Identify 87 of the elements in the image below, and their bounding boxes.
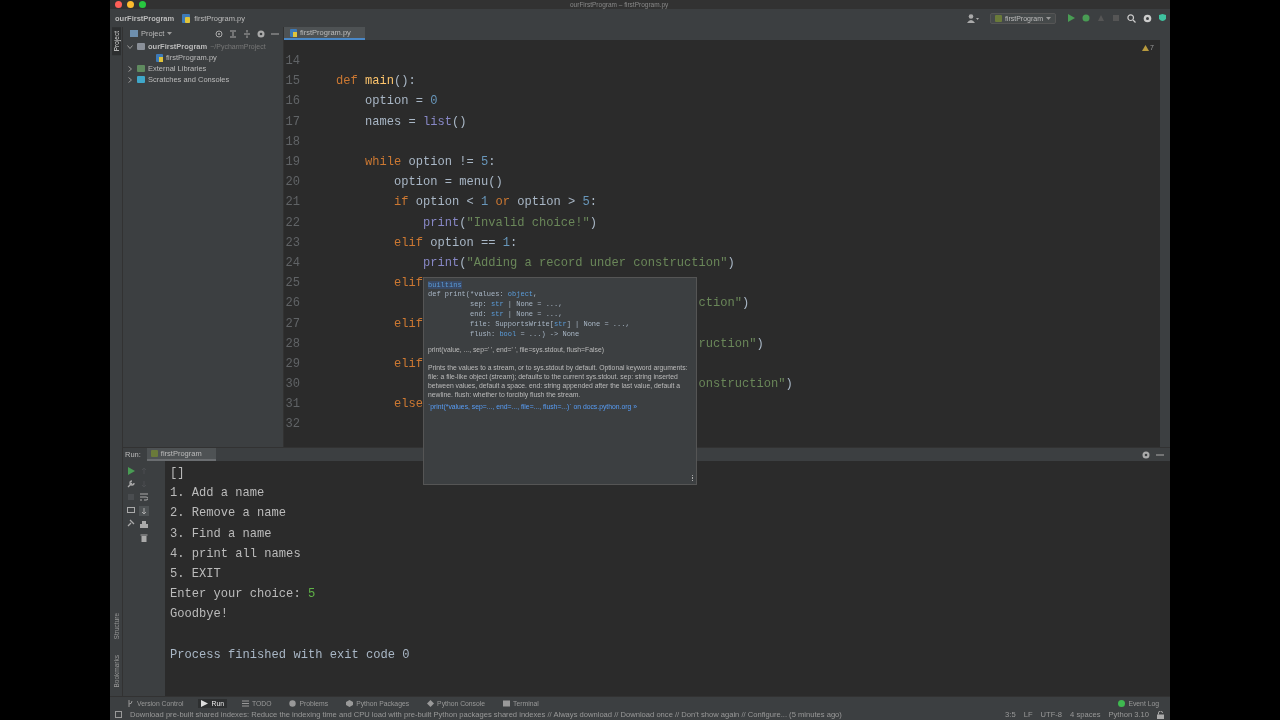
line-number: 29 bbox=[284, 356, 300, 371]
branch-icon bbox=[127, 699, 134, 707]
code-line: elif bbox=[394, 316, 423, 331]
target-icon[interactable] bbox=[215, 29, 223, 38]
printer-icon[interactable] bbox=[140, 521, 148, 529]
scroll-to-end-icon[interactable] bbox=[139, 506, 149, 516]
line-number: 20 bbox=[284, 175, 300, 190]
notification-icon bbox=[1118, 699, 1126, 707]
zoom-button[interactable] bbox=[139, 1, 146, 8]
settings-icon[interactable] bbox=[1143, 13, 1152, 23]
shield-icon[interactable] bbox=[1159, 13, 1166, 23]
line-number: 21 bbox=[284, 195, 300, 210]
trash-icon[interactable] bbox=[140, 534, 148, 542]
code-line: def main(): bbox=[336, 74, 416, 89]
soft-wrap-icon[interactable] bbox=[140, 493, 148, 501]
list-icon bbox=[241, 699, 249, 707]
chevron-down-icon[interactable] bbox=[126, 43, 134, 50]
python-file-icon bbox=[182, 13, 191, 23]
line-number: 19 bbox=[284, 155, 300, 170]
code-line: if option < 1 or option > 5: bbox=[394, 195, 597, 210]
code-line: option = menu() bbox=[394, 175, 503, 190]
panel-toggle-icon[interactable] bbox=[115, 711, 122, 718]
python-file-icon bbox=[156, 53, 163, 62]
caret-icon bbox=[1046, 16, 1051, 20]
minimize-button[interactable] bbox=[127, 1, 134, 8]
python-file-icon bbox=[994, 14, 1002, 22]
search-icon[interactable] bbox=[1127, 13, 1136, 23]
line-number: 23 bbox=[284, 235, 300, 250]
expand-all-icon[interactable] bbox=[229, 29, 237, 38]
line-number: 17 bbox=[284, 114, 300, 129]
lock-icon[interactable] bbox=[1157, 710, 1164, 719]
console-line: 2. Remove a name bbox=[170, 506, 287, 521]
run-icon[interactable] bbox=[127, 467, 135, 475]
code-line: while option != 5: bbox=[365, 155, 496, 170]
line-number: 26 bbox=[284, 296, 300, 311]
line-number: 32 bbox=[284, 417, 300, 432]
line-number: 31 bbox=[284, 397, 300, 412]
line-number: 22 bbox=[284, 215, 300, 230]
line-number: 28 bbox=[284, 336, 300, 351]
code-line: names = list() bbox=[365, 114, 467, 129]
user-icon[interactable] bbox=[966, 13, 979, 23]
console-line: 3. Find a name bbox=[170, 526, 272, 541]
play-icon bbox=[201, 699, 209, 707]
library-icon bbox=[137, 65, 145, 72]
panel-icon bbox=[130, 30, 138, 37]
console-line: Goodbye! bbox=[170, 607, 229, 622]
code-line: elif bbox=[394, 356, 423, 371]
code-line: print("Adding a record under construction") bbox=[423, 255, 735, 270]
folder-icon bbox=[137, 43, 145, 50]
line-number: 14 bbox=[284, 54, 300, 69]
cube-icon bbox=[346, 699, 354, 707]
line-number: 27 bbox=[284, 316, 300, 331]
line-number: 30 bbox=[284, 377, 300, 392]
console-line: [] bbox=[170, 466, 185, 481]
python-file-icon bbox=[290, 28, 297, 37]
chevron-right-icon[interactable] bbox=[126, 65, 134, 72]
run-icon[interactable] bbox=[1067, 14, 1075, 22]
python-file-icon bbox=[150, 450, 158, 457]
code-line: onstruction") bbox=[698, 377, 793, 392]
code-line: elif bbox=[394, 276, 423, 291]
close-button[interactable] bbox=[115, 1, 122, 8]
collapse-all-icon[interactable] bbox=[243, 29, 251, 38]
line-number: 18 bbox=[284, 134, 300, 149]
settings-icon[interactable] bbox=[1142, 450, 1150, 459]
settings-icon[interactable] bbox=[257, 29, 265, 38]
caret-icon bbox=[167, 32, 173, 35]
line-number: 16 bbox=[284, 94, 300, 109]
console-line: 4. print all names bbox=[170, 546, 301, 561]
console-line: 1. Add a name bbox=[170, 486, 265, 501]
console-line: Enter your choice: 5 bbox=[170, 587, 316, 602]
scratch-icon bbox=[137, 76, 145, 83]
chevron-right-icon[interactable] bbox=[126, 76, 134, 83]
code-line: option = 0 bbox=[365, 94, 438, 109]
line-number: 15 bbox=[284, 74, 300, 89]
code-line: elif option == 1: bbox=[394, 235, 518, 250]
diamond-icon bbox=[427, 699, 435, 707]
code-line: print("Invalid choice!") bbox=[423, 215, 597, 230]
line-number: 24 bbox=[284, 255, 300, 270]
wrench-icon[interactable] bbox=[127, 480, 135, 488]
layout-icon[interactable] bbox=[127, 506, 135, 514]
code-line: ruction") bbox=[698, 336, 764, 351]
code-line: else bbox=[394, 397, 423, 412]
line-number: 25 bbox=[284, 276, 300, 291]
console-line: 5. EXIT bbox=[170, 567, 221, 582]
dot-icon bbox=[289, 699, 297, 707]
code-line: ction") bbox=[698, 296, 750, 311]
console-line: Process finished with exit code 0 bbox=[170, 647, 410, 662]
